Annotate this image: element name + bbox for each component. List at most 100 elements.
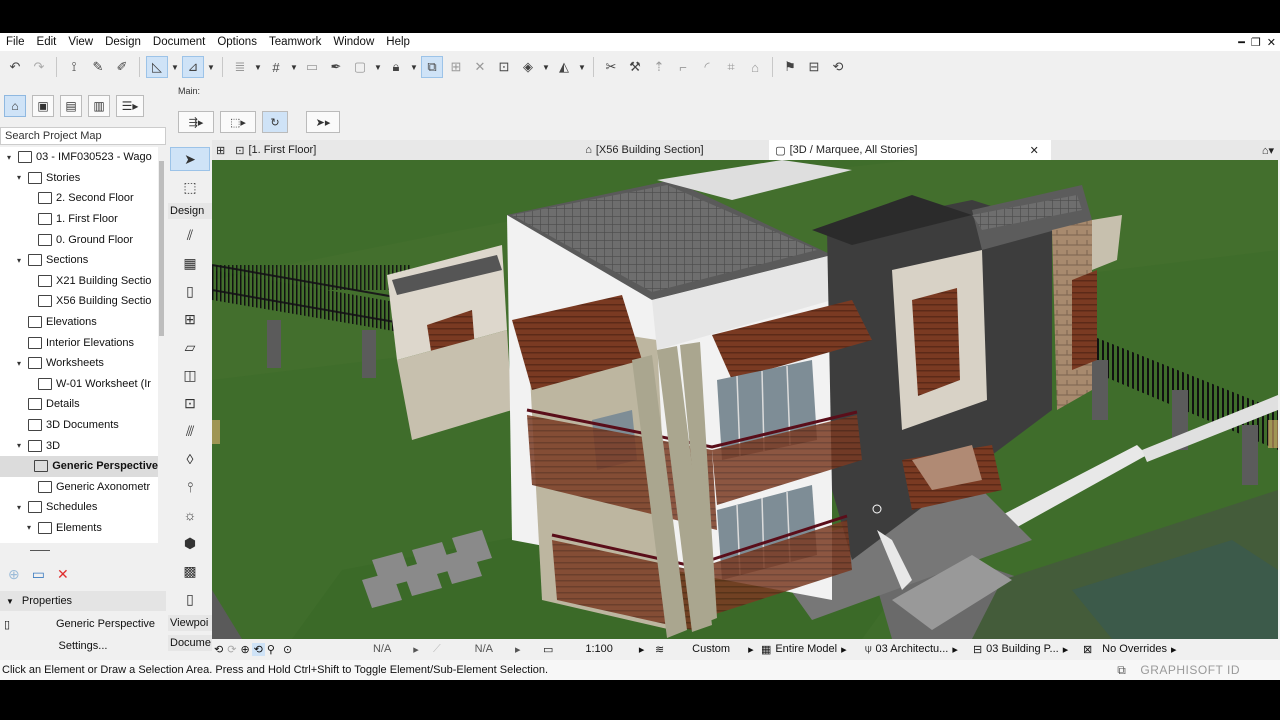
trace-icon[interactable]: ▭ — [301, 56, 323, 78]
menu-design[interactable]: Design — [99, 36, 147, 48]
new-view-icon[interactable]: ⊕ — [8, 566, 20, 583]
walk-icon[interactable]: ⚲ — [265, 643, 277, 656]
roof-tool-icon[interactable]: ⫻ — [170, 419, 210, 443]
toolbox-document-label[interactable]: Docume — [168, 635, 212, 651]
suspend-group-icon[interactable]: ⊞ — [445, 56, 467, 78]
na-field-1[interactable]: N/A ▸ — [367, 643, 427, 656]
zoom-fit-icon[interactable]: ⊙ — [277, 643, 367, 656]
corner-icon[interactable]: ⌐ — [672, 56, 694, 78]
zoom-in-icon[interactable]: ⊕ — [238, 643, 251, 656]
tree-item[interactable]: Elevations — [0, 312, 158, 333]
lock-icon[interactable]: 🔒︎ — [385, 56, 407, 78]
roof-icon[interactable]: ⌂ — [744, 56, 766, 78]
scissors-icon[interactable]: ✂ — [600, 56, 622, 78]
view-3d-icon[interactable]: ◈ — [517, 56, 539, 78]
wrench-icon[interactable]: ⚒ — [624, 56, 646, 78]
tree-item[interactable]: ▾ Stories — [0, 168, 158, 189]
tree-item[interactable]: X21 Building Sectio — [0, 271, 158, 292]
object-tool-icon[interactable]: ⊡ — [170, 391, 210, 415]
undo-view-icon[interactable]: ⟲ — [212, 643, 225, 656]
close-tab-icon[interactable]: ✕ — [1030, 144, 1039, 157]
chevron-down-icon[interactable]: ▾ — [14, 441, 24, 450]
chevron-down-icon[interactable]: ▼ — [577, 56, 587, 78]
graphisoft-id[interactable]: ⧉ GRAPHISOFT ID — [1117, 660, 1240, 680]
toolbox-design-label[interactable]: Design — [168, 203, 212, 219]
na-field-2[interactable]: ⟋ N/A ▸ — [427, 643, 537, 656]
crop-icon[interactable]: ⌗ — [720, 56, 742, 78]
tree-item[interactable]: Interior Elevations — [0, 332, 158, 353]
tree-item[interactable]: W-01 Worksheet (Ir — [0, 374, 158, 395]
layout-book-icon[interactable]: ▤ — [60, 95, 82, 117]
chevron-down-icon[interactable]: ▼ — [541, 56, 551, 78]
chevron-down-icon[interactable]: ▼ — [253, 56, 263, 78]
chevron-down-icon[interactable]: ▼ — [170, 56, 180, 78]
frame-icon[interactable]: ▢ — [349, 56, 371, 78]
marquee-shape-icon[interactable]: ⬚▸ — [220, 111, 256, 133]
layer-icon[interactable]: ◺ — [146, 56, 168, 78]
chevron-down-icon[interactable]: ▾ — [14, 503, 24, 512]
magic-wand-icon[interactable]: ⟟ — [63, 56, 85, 78]
teamwork-icon[interactable]: ⊟ — [803, 56, 825, 78]
menu-window[interactable]: Window — [327, 36, 380, 48]
orbit-icon[interactable]: ⟲ — [251, 642, 265, 656]
tree-item[interactable]: 3D Documents — [0, 415, 158, 436]
slab-tool-icon[interactable]: ▱ — [170, 335, 210, 359]
tab-section[interactable]: ⌂ [X56 Building Section] — [493, 140, 769, 160]
group-icon[interactable]: ⧉ — [421, 56, 443, 78]
flag-icon[interactable]: ⚑ — [779, 56, 801, 78]
menu-options[interactable]: Options — [211, 36, 263, 48]
chevron-down-icon[interactable]: ▾ — [4, 153, 14, 162]
tree-item[interactable]: ▾ 3D — [0, 435, 158, 456]
arrow-tool-icon[interactable]: ➤▸ — [306, 111, 340, 133]
tree-item[interactable]: ▾ Elements — [0, 518, 158, 539]
tree-item[interactable]: Generic Perspective — [0, 455, 158, 477]
wall-tool-icon[interactable]: ⫽ — [170, 223, 210, 247]
redo-icon[interactable]: ↷ — [28, 56, 50, 78]
arc-icon[interactable]: ◜ — [696, 56, 718, 78]
settings-view-icon[interactable]: ▭ — [32, 566, 45, 583]
elevate-icon[interactable]: ⇡ — [648, 56, 670, 78]
tree-item[interactable]: Details — [0, 394, 158, 415]
align-icon[interactable]: ≣ — [229, 56, 251, 78]
rotate-icon[interactable]: ↻ — [262, 111, 288, 133]
chevron-down-icon[interactable]: ▾ — [14, 256, 24, 265]
selection-method-icon[interactable]: ⇶▸ — [178, 111, 214, 133]
tree-item[interactable]: 1. First Floor — [0, 209, 158, 230]
menu-help[interactable]: Help — [380, 36, 416, 48]
toolbox-viewpoint-label[interactable]: Viewpoi — [168, 615, 212, 631]
chevron-down-icon[interactable]: ▼ — [206, 56, 216, 78]
chevron-down-icon[interactable]: ▼ — [409, 56, 419, 78]
tab-options-icon[interactable]: ⌂▾ — [1256, 140, 1280, 160]
publish-icon[interactable]: ⟲ — [827, 56, 849, 78]
window-tool-icon[interactable]: ⊞ — [170, 307, 210, 331]
shell-tool-icon[interactable]: ◊ — [170, 447, 210, 471]
pen-set-field[interactable]: ⍦ 03 Architectu... ▸ — [859, 643, 967, 656]
tree-item[interactable]: 0. Ground Floor — [0, 229, 158, 250]
undo-icon[interactable]: ↶ — [4, 56, 26, 78]
tab-3d[interactable]: ▢ [3D / Marquee, All Stories] ✕ — [769, 140, 1052, 160]
chevron-down-icon[interactable]: ▾ — [14, 173, 24, 182]
tree-item[interactable]: ▾ 03 - IMF030523 - Wago — [0, 147, 158, 168]
view-map-icon[interactable]: ▣ — [32, 95, 54, 117]
layer-combo-field[interactable]: ≋ Custom ▸ — [649, 643, 755, 656]
minimize-icon[interactable]: ━ — [1238, 36, 1245, 49]
model-view-field[interactable]: ▦ Entire Model ▸ — [755, 643, 859, 656]
hotlink-icon[interactable]: ⊡ — [493, 56, 515, 78]
menu-document[interactable]: Document — [147, 36, 211, 48]
delete-icon[interactable]: ✕ — [57, 566, 69, 583]
grid-icon[interactable]: # — [265, 56, 287, 78]
restore-icon[interactable]: ❐ — [1251, 36, 1261, 49]
tree-item[interactable]: 2. Second Floor — [0, 188, 158, 209]
menu-file[interactable]: File — [0, 36, 31, 48]
tab-icon-grid[interactable]: ⊞ — [212, 140, 229, 160]
tree-scrollbar[interactable] — [158, 147, 166, 543]
scale-field[interactable]: ▭ 1:100 ▸ — [537, 643, 649, 656]
chevron-down-icon[interactable]: ▾ — [24, 523, 34, 532]
menu-teamwork[interactable]: Teamwork — [263, 36, 327, 48]
chevron-down-icon[interactable]: ▼ — [373, 56, 383, 78]
eyedropper-icon[interactable]: ✎ — [87, 56, 109, 78]
chevron-down-icon[interactable]: ▼ — [289, 56, 299, 78]
pen-icon[interactable]: ✒ — [325, 56, 347, 78]
menu-view[interactable]: View — [62, 36, 99, 48]
render-icon[interactable]: ◭ — [553, 56, 575, 78]
